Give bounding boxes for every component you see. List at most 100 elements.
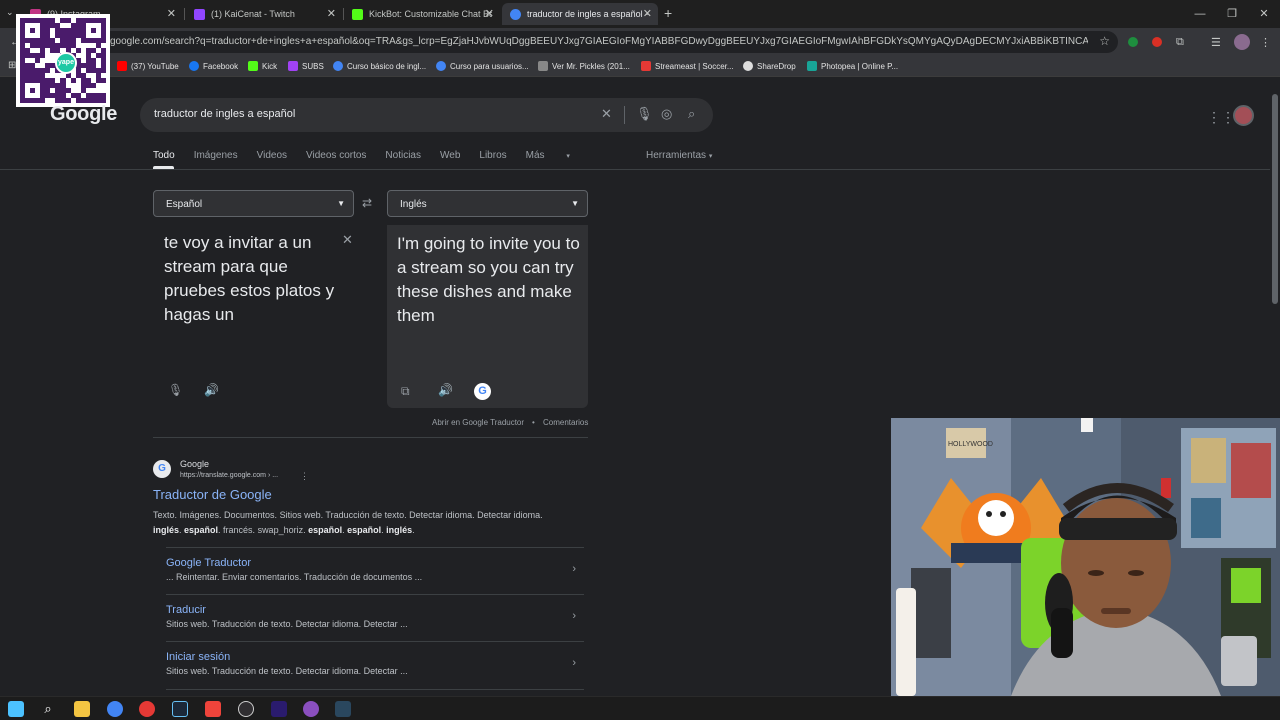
lens-camera-icon[interactable]: ◎ [661, 106, 672, 122]
result-site-url[interactable]: https://translate.google.com › ... [180, 472, 278, 479]
tab-mas[interactable]: Más ▾ [526, 150, 589, 161]
media-control-icon[interactable]: ☰ [1211, 36, 1221, 49]
bookmark-youtube[interactable]: (37) YouTube [117, 61, 179, 71]
microphone-icon[interactable]: 🎙 [168, 383, 183, 397]
steam-icon[interactable] [172, 701, 188, 717]
file-explorer-icon[interactable] [74, 701, 90, 717]
bookmark-star-icon[interactable]: ☆ [1099, 34, 1110, 48]
tv-icon [538, 61, 548, 71]
chevron-down-icon: ▼ [337, 199, 345, 208]
search-box[interactable]: traductor de ingles a español ✕ 🎙 ◎ ⌕ [140, 98, 713, 132]
tab-kickbot[interactable]: KickBot: Customizable Chat Bot ✕ [344, 3, 500, 25]
tools-label: Herramientas [646, 150, 707, 161]
photopea-icon [807, 61, 817, 71]
clear-search-icon[interactable]: ✕ [601, 106, 612, 122]
swap-languages-icon[interactable]: ⇄ [362, 196, 372, 210]
menu-kebab-icon[interactable]: ⋮ [1260, 36, 1271, 49]
bookmark-photopea[interactable]: Photopea | Online P... [807, 61, 898, 71]
speaker-icon[interactable]: 🔊 [204, 383, 219, 397]
close-window-icon[interactable]: ✕ [1248, 0, 1280, 28]
google-translate-icon[interactable]: G [474, 383, 491, 400]
copy-icon[interactable]: ⧉ [401, 384, 410, 399]
bookmark-kick[interactable]: Kick [248, 61, 277, 71]
tab-videos-cortos[interactable]: Videos cortos [306, 150, 366, 161]
windows-start-icon[interactable] [8, 701, 24, 717]
search-icon[interactable]: ⌕ [688, 106, 695, 122]
tools-button[interactable]: Herramientas ▾ [646, 150, 712, 161]
microphone-icon[interactable]: 🎙 [636, 106, 653, 122]
tab-videos[interactable]: Videos [257, 150, 287, 161]
address-bar[interactable]: google.com/search?q=traductor+de+ingles+… [96, 31, 1118, 53]
snippet-line-1: Texto. Imágenes. Documentos. Sitios web.… [153, 510, 543, 520]
bookmark-label: Ver Mr. Pickles (201... [552, 61, 630, 71]
chevron-right-icon: › [572, 563, 576, 575]
tab-search-chevron-icon[interactable]: ⌄ [6, 7, 14, 18]
sitelink-desc: Sitios web. Traducción de texto. Detecta… [166, 666, 408, 676]
scrollbar-thumb[interactable] [1272, 94, 1278, 304]
anydesk-icon[interactable] [205, 701, 221, 717]
course-icon [333, 61, 343, 71]
minimize-icon[interactable]: — [1184, 0, 1216, 28]
bookmark-streameast[interactable]: Streameast | Soccer... [641, 61, 734, 71]
chevron-down-icon: ▾ [708, 153, 713, 160]
sitelink-google-traductor[interactable]: Google Traductor ... Reintentar. Enviar … [166, 557, 586, 582]
bookmark-curso-basico[interactable]: Curso básico de ingl... [333, 61, 426, 71]
tab-google-search[interactable]: traductor de ingles a español - ✕ [502, 3, 658, 25]
restore-icon[interactable]: ❐ [1216, 0, 1248, 28]
steam-secondary-icon[interactable] [335, 701, 351, 717]
snippet-text: . francés. swap_horiz. [218, 525, 309, 535]
close-tab-icon[interactable]: ✕ [643, 7, 652, 20]
media-player-icon[interactable] [139, 701, 155, 717]
account-avatar[interactable] [1233, 105, 1254, 126]
sitelink-iniciar-sesion[interactable]: Iniciar sesión Sitios web. Traducción de… [166, 651, 586, 676]
target-language-select[interactable]: Inglés ▼ [387, 190, 588, 217]
yape-qr-code: yape [16, 14, 110, 107]
new-tab-icon[interactable]: + [664, 5, 672, 21]
translation-text: I'm going to invite you to a stream so y… [397, 234, 580, 325]
bookmark-label: Kick [262, 61, 278, 71]
obs-icon[interactable] [238, 701, 254, 717]
browser-toolbar: ← google.com/search?q=traductor+de+ingle… [0, 28, 1280, 57]
tab-noticias[interactable]: Noticias [385, 150, 421, 161]
bookmark-sharedrop[interactable]: ShareDrop [743, 61, 796, 71]
extension-red-icon[interactable] [1152, 37, 1162, 47]
result-site-name: Google [180, 459, 210, 469]
tab-imagenes[interactable]: Imágenes [194, 150, 238, 161]
bookmark-curso-usuarios[interactable]: Curso para usuarios... [436, 61, 529, 71]
chevron-down-icon: ▾ [566, 153, 570, 160]
tab-title: traductor de ingles a español - [527, 9, 649, 19]
chevron-right-icon: › [572, 657, 576, 669]
extensions-puzzle-icon[interactable]: ⧉ [1176, 36, 1184, 49]
chrome-icon[interactable] [107, 701, 123, 717]
speaker-icon[interactable]: 🔊 [438, 383, 453, 397]
result-title-link[interactable]: Traductor de Google [153, 487, 272, 502]
bookmark-mr-pickles[interactable]: Ver Mr. Pickles (201... [538, 61, 630, 71]
google-apps-icon[interactable]: ⋮⋮ [1207, 109, 1235, 126]
tab-libros[interactable]: Libros [479, 150, 506, 161]
tab-twitch[interactable]: (1) KaiCenat - Twitch ✕ [186, 3, 342, 25]
tab-web[interactable]: Web [440, 150, 460, 161]
snippet-bold: español [347, 525, 382, 535]
google-logo[interactable]: Google [50, 103, 117, 126]
chrome-profile-icon[interactable] [303, 701, 319, 717]
page-scrollbar[interactable] [1270, 78, 1280, 418]
close-tab-icon[interactable]: ✕ [485, 7, 494, 20]
feedback-link[interactable]: Comentarios [543, 418, 588, 427]
profile-icon[interactable] [1234, 34, 1250, 50]
open-google-translate-link[interactable]: Abrir en Google Traductor [432, 418, 524, 427]
close-tab-icon[interactable]: ✕ [327, 7, 336, 20]
premiere-icon[interactable] [271, 701, 287, 717]
extension-green-icon[interactable] [1128, 37, 1138, 47]
source-text-input[interactable]: te voy a invitar a un stream para que pr… [164, 231, 339, 327]
search-icon[interactable]: ⌕ [40, 701, 56, 717]
sitelink-traducir[interactable]: Traducir Sitios web. Traducción de texto… [166, 604, 586, 629]
sitelink-title: Iniciar sesión [166, 651, 231, 663]
bookmark-facebook[interactable]: Facebook [189, 61, 238, 71]
result-options-icon[interactable]: ⋮ [300, 471, 309, 482]
tab-todo[interactable]: Todo [153, 150, 175, 161]
bookmark-subs[interactable]: SUBS [288, 61, 324, 71]
windows-taskbar: ⌕ [0, 696, 1280, 720]
source-language-select[interactable]: Español ▼ [153, 190, 354, 217]
clear-source-icon[interactable]: ✕ [342, 232, 353, 248]
close-tab-icon[interactable]: ✕ [167, 7, 176, 20]
